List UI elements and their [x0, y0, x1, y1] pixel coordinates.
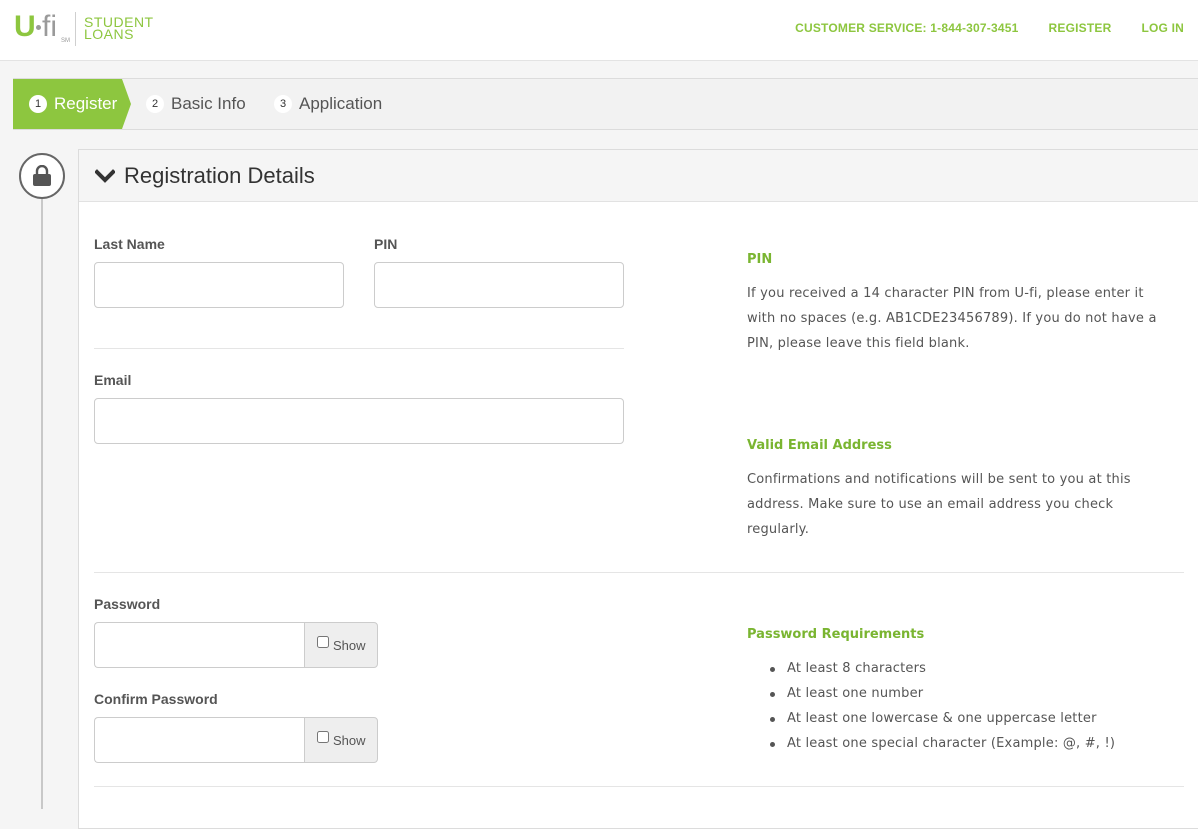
show-password-checkbox[interactable] [317, 636, 329, 648]
ufi-logo[interactable]: U fi SM STUDENT LOANS [14, 10, 154, 48]
logo-text: STUDENT LOANS [84, 12, 154, 41]
requirement-item: At least one special character (Example:… [747, 731, 1187, 756]
password-requirements-list: At least 8 characters At least one numbe… [747, 656, 1187, 756]
show-confirm-password-checkbox[interactable] [317, 731, 329, 743]
divider [94, 786, 1184, 787]
pin-help-line: If you received a 14 character PIN from … [747, 286, 1144, 301]
password-input[interactable] [94, 622, 304, 668]
login-link[interactable]: LOG IN [1141, 21, 1184, 35]
divider [94, 348, 624, 349]
password-label: Password [94, 596, 161, 612]
step-number: 1 [29, 95, 47, 113]
requirement-item: At least one number [747, 681, 1187, 706]
logo-fi: fi [42, 10, 57, 43]
pin-help-line: PIN, please leave this field blank. [747, 336, 970, 351]
email-input[interactable] [94, 398, 624, 444]
confirm-password-label: Confirm Password [94, 691, 218, 707]
pin-input[interactable] [374, 262, 624, 308]
logo-sm: SM [61, 38, 70, 44]
pin-help-text: If you received a 14 character PIN from … [747, 281, 1187, 356]
confirm-password-input[interactable] [94, 717, 304, 763]
registration-panel: Registration Details Last Name PIN Email… [78, 149, 1198, 829]
progress-steps: 1 Register 2 Basic Info 3 Application [13, 78, 1198, 130]
step-basic-info[interactable]: 2 Basic Info [146, 79, 246, 129]
password-group: Show [94, 622, 378, 668]
show-confirm-password-toggle[interactable]: Show [304, 717, 378, 763]
chevron-down-icon [95, 168, 115, 183]
step-number: 2 [146, 95, 164, 113]
register-link[interactable]: REGISTER [1049, 21, 1112, 35]
panel-title: Registration Details [124, 162, 315, 188]
logo-dot [36, 25, 41, 30]
logo-divider [75, 12, 76, 46]
site-header: U fi SM STUDENT LOANS CUSTOMER SERVICE: … [0, 0, 1198, 61]
step-label: Basic Info [171, 94, 246, 113]
confirm-password-group: Show [94, 717, 378, 763]
lock-icon [19, 153, 65, 199]
email-label: Email [94, 372, 132, 388]
requirement-item: At least 8 characters [747, 656, 1187, 681]
customer-service-link[interactable]: CUSTOMER SERVICE: 1-844-307-3451 [795, 21, 1018, 35]
top-nav: CUSTOMER SERVICE: 1-844-307-3451 REGISTE… [795, 21, 1184, 35]
step-number: 3 [274, 95, 292, 113]
email-help-line: Confirmations and notifications will be … [747, 472, 1131, 487]
step-register[interactable]: 1 Register [13, 79, 131, 129]
show-label: Show [333, 732, 366, 748]
email-help-line: regularly. [747, 522, 810, 537]
timeline-line [41, 199, 43, 809]
password-help-title: Password Requirements [747, 627, 925, 642]
pin-help-title: PIN [747, 252, 773, 267]
step-application[interactable]: 3 Application [274, 79, 382, 129]
pin-label: PIN [374, 236, 398, 252]
email-help-title: Valid Email Address [747, 438, 892, 453]
pin-help-line: with no spaces (e.g. AB1CDE23456789). If… [747, 311, 1157, 326]
last-name-input[interactable] [94, 262, 344, 308]
logo-u: U [14, 10, 36, 43]
step-label: Application [299, 94, 383, 113]
divider [94, 572, 1184, 573]
panel-header[interactable]: Registration Details [79, 150, 1198, 202]
last-name-label: Last Name [94, 236, 165, 252]
step-label: Register [54, 94, 118, 113]
show-label: Show [333, 637, 366, 653]
email-help-text: Confirmations and notifications will be … [747, 467, 1187, 542]
logo-mark: U fi SM [14, 10, 72, 46]
email-help-line: address. Make sure to use an email addre… [747, 497, 1114, 512]
show-password-toggle[interactable]: Show [304, 622, 378, 668]
requirement-item: At least one lowercase & one uppercase l… [747, 706, 1187, 731]
